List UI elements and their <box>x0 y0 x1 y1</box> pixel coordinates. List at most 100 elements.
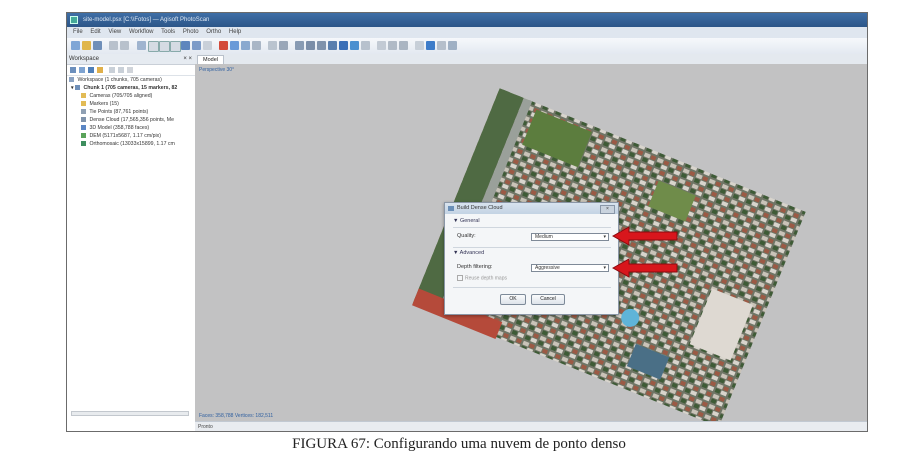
tree-item-cameras[interactable]: Cameras (705/705 aligned) <box>67 92 195 100</box>
title-bar: site-model.psx [C:\\Fotos] — Agisoft Pho… <box>67 13 867 27</box>
save-project-icon[interactable] <box>93 41 102 50</box>
dense-cloud-view-icon[interactable] <box>306 41 315 50</box>
tiled-view-icon[interactable] <box>350 41 359 50</box>
delete-icon[interactable] <box>127 67 133 73</box>
tree-item-model[interactable]: 3D Model (358,788 faces) <box>67 124 195 132</box>
tree-root-label: Workspace (1 chunks, 705 cameras) <box>77 77 162 83</box>
workspace-icon <box>69 77 74 83</box>
ruler-icon[interactable] <box>230 41 239 50</box>
shape-icon[interactable] <box>241 41 250 50</box>
show-cameras-icon[interactable] <box>377 41 386 50</box>
menu-help[interactable]: Help <box>229 29 241 35</box>
scale-object-icon[interactable] <box>203 41 212 50</box>
rotate-object-icon[interactable] <box>192 41 201 50</box>
add-photos-icon[interactable] <box>79 67 85 73</box>
menu-photo[interactable]: Photo <box>183 29 199 35</box>
folder-icon <box>81 93 86 99</box>
shaded-view-icon[interactable] <box>317 41 326 50</box>
red-arrow-quality-icon <box>612 226 678 246</box>
wireframe-view-icon[interactable] <box>361 41 370 50</box>
figure-caption: FIGURA 67: Configurando uma nuvem de pon… <box>292 436 626 452</box>
folder-icon[interactable] <box>97 67 103 73</box>
tree-item-label: Dense Cloud (17,565,356 points, Me <box>89 117 174 123</box>
dense-cloud-icon <box>81 117 86 123</box>
ok-button[interactable]: OK <box>500 294 526 305</box>
workspace-title: Workspace <box>69 56 99 62</box>
remove-item-icon[interactable] <box>109 67 115 73</box>
main-toolbar <box>67 38 867 55</box>
tree-chunk[interactable]: ▾ Chunk 1 (705 cameras, 15 markers, 82 <box>67 84 195 92</box>
circle-select-icon[interactable] <box>159 41 170 52</box>
depth-filtering-value: Aggressive <box>535 265 560 271</box>
dialog-close-button[interactable]: × <box>600 205 615 214</box>
cancel-button[interactable]: Cancel <box>531 294 565 305</box>
tree-item-label: 3D Model (358,788 faces) <box>89 125 150 131</box>
chevron-down-icon: ▾ <box>603 234 606 240</box>
add-chunk-icon[interactable] <box>70 67 76 73</box>
viewport-status: Faces: 358,788 Vertices: 182,511 <box>199 413 274 419</box>
reuse-depth-maps-label: Reuse depth maps <box>465 275 507 282</box>
add-marker-icon[interactable] <box>219 41 228 50</box>
tree-root[interactable]: Workspace (1 chunks, 705 cameras) <box>67 76 195 84</box>
menu-file[interactable]: File <box>73 29 83 35</box>
menu-tools[interactable]: Tools <box>161 29 175 35</box>
workspace-toolbar <box>67 65 195 76</box>
grid-icon[interactable] <box>437 41 446 50</box>
show-shapes-icon[interactable] <box>399 41 408 50</box>
menu-view[interactable]: View <box>108 29 121 35</box>
trackball-icon[interactable] <box>448 41 457 50</box>
tree-item-markers[interactable]: Markers (15) <box>67 100 195 108</box>
show-markers-icon[interactable] <box>388 41 397 50</box>
app-icon <box>70 16 78 24</box>
workspace-horizontal-scrollbar[interactable] <box>71 411 189 416</box>
add-folder-icon[interactable] <box>88 67 94 73</box>
folder-icon <box>81 101 86 107</box>
region-icon[interactable] <box>415 41 424 50</box>
flag-icon[interactable] <box>426 41 435 50</box>
rect-select-icon[interactable] <box>148 41 159 52</box>
tree-item-label: Tie Points (87,761 points) <box>89 109 149 115</box>
open-project-icon[interactable] <box>82 41 91 50</box>
undo-icon[interactable] <box>109 41 118 50</box>
points-view-icon[interactable] <box>295 41 304 50</box>
tree-item-dem[interactable]: DEM (5171x5687, 1.17 cm/pix) <box>67 132 195 140</box>
advanced-section-header[interactable]: ▼ Advanced <box>453 250 484 256</box>
redo-icon[interactable] <box>120 41 129 50</box>
reset-view-icon[interactable] <box>268 41 277 50</box>
tree-item-tie-points[interactable]: Tie Points (87,761 points) <box>67 108 195 116</box>
delete-selection-icon[interactable] <box>279 41 288 50</box>
chunk-icon <box>75 85 81 91</box>
divider <box>453 227 611 228</box>
workspace-tree: Workspace (1 chunks, 705 cameras) ▾ Chun… <box>67 76 195 148</box>
tree-item-label: Markers (15) <box>89 101 119 107</box>
model-icon <box>81 125 86 131</box>
panel-close-icon[interactable]: × × <box>183 54 192 64</box>
textured-view-icon[interactable] <box>339 41 348 50</box>
workspace-panel: Workspace × × Workspace (1 chunks, 705 c… <box>67 54 196 431</box>
crop-icon[interactable] <box>252 41 261 50</box>
tree-chunk-label: Chunk 1 (705 cameras, 15 markers, 82 <box>83 85 178 91</box>
dem-icon <box>81 133 86 139</box>
menu-ortho[interactable]: Ortho <box>206 29 221 35</box>
tree-item-dense-cloud[interactable]: Dense Cloud (17,565,356 points, Me <box>67 116 195 124</box>
general-section-header[interactable]: ▼ General <box>453 218 480 224</box>
depth-filtering-select[interactable]: Aggressive ▾ <box>531 264 609 272</box>
quality-select[interactable]: Medium ▾ <box>531 233 609 241</box>
dialog-title: Build Dense Cloud <box>457 205 503 211</box>
menu-workflow[interactable]: Workflow <box>129 29 154 35</box>
solid-view-icon[interactable] <box>328 41 337 50</box>
new-project-icon[interactable] <box>71 41 80 50</box>
tree-item-label: DEM (5171x5687, 1.17 cm/pix) <box>89 133 161 139</box>
status-bar: Pronto <box>195 421 867 431</box>
tree-item-orthomosaic[interactable]: Orthomosaic (13033x15899, 1.17 cm <box>67 140 195 148</box>
quality-label: Quality: <box>457 233 476 239</box>
menu-edit[interactable]: Edit <box>90 29 100 35</box>
enable-icon[interactable] <box>118 67 124 73</box>
free-select-icon[interactable] <box>170 41 181 52</box>
chevron-down-icon: ▾ <box>603 265 606 271</box>
move-object-icon[interactable] <box>181 41 190 50</box>
orthomosaic-icon <box>81 141 86 147</box>
checkbox-icon <box>457 275 463 281</box>
reuse-depth-maps-checkbox[interactable]: Reuse depth maps <box>457 275 507 281</box>
navigation-icon[interactable] <box>137 41 146 50</box>
